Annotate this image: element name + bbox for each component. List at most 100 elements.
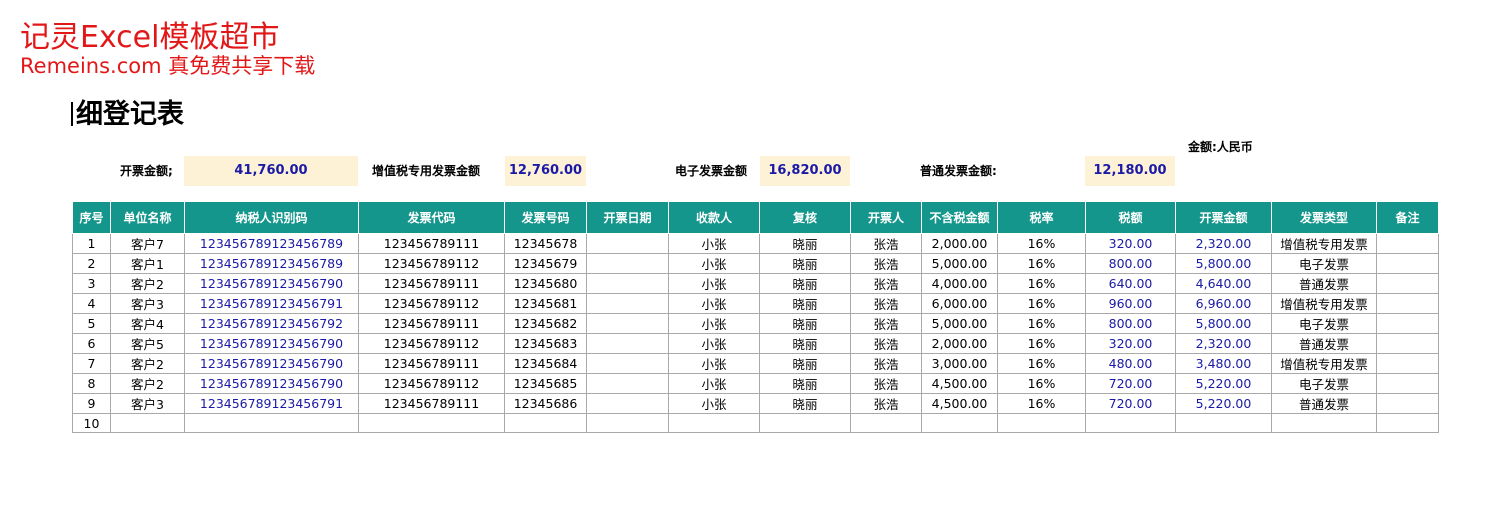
- col-header-tax-amount[interactable]: 税额: [1085, 201, 1176, 234]
- cell-company[interactable]: 客户2: [110, 273, 185, 294]
- cell-issuer[interactable]: 张浩: [850, 393, 922, 414]
- cell-remarks[interactable]: [1376, 233, 1439, 254]
- cell-index[interactable]: 1: [72, 233, 111, 254]
- cell-tax-amount[interactable]: 720.00: [1085, 373, 1176, 394]
- cell-issuer[interactable]: 张浩: [850, 293, 922, 314]
- cell-invoice-number[interactable]: 12345683: [504, 333, 587, 354]
- cell-invoice-amount[interactable]: 4,640.00: [1175, 273, 1272, 294]
- cell-tax-amount[interactable]: [1085, 412, 1176, 434]
- cell-tax-rate[interactable]: 16%: [997, 313, 1086, 334]
- cell-tax-amount[interactable]: 480.00: [1085, 353, 1176, 374]
- cell-payee[interactable]: 小张: [668, 293, 760, 314]
- cell-issue-date[interactable]: [586, 233, 669, 254]
- cell-invoice-code[interactable]: 123456789111: [358, 313, 505, 334]
- cell-company[interactable]: [110, 412, 185, 434]
- col-header-invoice-type[interactable]: 发票类型: [1271, 201, 1377, 234]
- cell-invoice-amount[interactable]: 2,320.00: [1175, 233, 1272, 254]
- cell-tax-rate[interactable]: 16%: [997, 273, 1086, 294]
- cell-tax-id[interactable]: 123456789123456790: [184, 353, 359, 374]
- cell-issuer[interactable]: 张浩: [850, 373, 922, 394]
- cell-issue-date[interactable]: [586, 393, 669, 414]
- cell-invoice-code[interactable]: 123456789111: [358, 273, 505, 294]
- cell-tax-id[interactable]: [184, 412, 359, 434]
- cell-tax-id[interactable]: 123456789123456789: [184, 253, 359, 274]
- cell-issue-date[interactable]: [586, 293, 669, 314]
- col-header-issue-date[interactable]: 开票日期: [586, 201, 669, 234]
- cell-amount-excl-tax[interactable]: 4,500.00: [921, 373, 998, 394]
- cell-tax-id[interactable]: 123456789123456790: [184, 273, 359, 294]
- cell-invoice-amount[interactable]: 5,800.00: [1175, 313, 1272, 334]
- cell-invoice-number[interactable]: [504, 412, 587, 434]
- col-header-amount-excl-tax[interactable]: 不含税金额: [921, 201, 998, 234]
- cell-reviewer[interactable]: 晓丽: [759, 273, 851, 294]
- cell-remarks[interactable]: [1376, 373, 1439, 394]
- cell-payee[interactable]: [668, 412, 760, 434]
- cell-tax-rate[interactable]: [997, 412, 1086, 434]
- cell-invoice-number[interactable]: 12345685: [504, 373, 587, 394]
- cell-invoice-type[interactable]: 电子发票: [1271, 373, 1377, 394]
- cell-tax-amount[interactable]: 320.00: [1085, 333, 1176, 354]
- cell-amount-excl-tax[interactable]: [921, 412, 998, 434]
- cell-invoice-code[interactable]: 123456789112: [358, 373, 505, 394]
- cell-amount-excl-tax[interactable]: 2,000.00: [921, 333, 998, 354]
- cell-issuer[interactable]: 张浩: [850, 353, 922, 374]
- cell-reviewer[interactable]: 晓丽: [759, 253, 851, 274]
- cell-tax-rate[interactable]: 16%: [997, 293, 1086, 314]
- cell-invoice-number[interactable]: 12345680: [504, 273, 587, 294]
- cell-company[interactable]: 客户4: [110, 313, 185, 334]
- col-header-payee[interactable]: 收款人: [668, 201, 760, 234]
- cell-tax-amount[interactable]: 640.00: [1085, 273, 1176, 294]
- col-header-tax-rate[interactable]: 税率: [997, 201, 1086, 234]
- summary-vat-value[interactable]: 12,760.00: [505, 156, 586, 186]
- cell-tax-rate[interactable]: 16%: [997, 353, 1086, 374]
- col-header-index[interactable]: 序号: [72, 201, 111, 234]
- cell-invoice-type[interactable]: 电子发票: [1271, 313, 1377, 334]
- cell-company[interactable]: 客户7: [110, 233, 185, 254]
- cell-company[interactable]: 客户5: [110, 333, 185, 354]
- cell-amount-excl-tax[interactable]: 2,000.00: [921, 233, 998, 254]
- cell-invoice-amount[interactable]: 5,220.00: [1175, 373, 1272, 394]
- cell-invoice-amount[interactable]: 5,800.00: [1175, 253, 1272, 274]
- cell-invoice-amount[interactable]: 3,480.00: [1175, 353, 1272, 374]
- cell-remarks[interactable]: [1376, 293, 1439, 314]
- cell-invoice-number[interactable]: 12345681: [504, 293, 587, 314]
- cell-reviewer[interactable]: 晓丽: [759, 353, 851, 374]
- cell-remarks[interactable]: [1376, 333, 1439, 354]
- cell-tax-id[interactable]: 123456789123456792: [184, 313, 359, 334]
- cell-amount-excl-tax[interactable]: 4,000.00: [921, 273, 998, 294]
- col-header-company[interactable]: 单位名称: [110, 201, 185, 234]
- col-header-invoice-code[interactable]: 发票代码: [358, 201, 505, 234]
- cell-index[interactable]: 10: [72, 412, 111, 434]
- cell-payee[interactable]: 小张: [668, 353, 760, 374]
- cell-invoice-code[interactable]: 123456789112: [358, 333, 505, 354]
- cell-tax-rate[interactable]: 16%: [997, 233, 1086, 254]
- cell-issue-date[interactable]: [586, 373, 669, 394]
- cell-tax-amount[interactable]: 800.00: [1085, 313, 1176, 334]
- cell-issue-date[interactable]: [586, 253, 669, 274]
- col-header-invoice-amount[interactable]: 开票金额: [1175, 201, 1272, 234]
- cell-invoice-code[interactable]: 123456789112: [358, 253, 505, 274]
- cell-invoice-number[interactable]: 12345686: [504, 393, 587, 414]
- col-header-issuer[interactable]: 开票人: [850, 201, 922, 234]
- cell-reviewer[interactable]: 晓丽: [759, 393, 851, 414]
- cell-remarks[interactable]: [1376, 353, 1439, 374]
- cell-issue-date[interactable]: [586, 273, 669, 294]
- cell-amount-excl-tax[interactable]: 6,000.00: [921, 293, 998, 314]
- cell-invoice-amount[interactable]: 6,960.00: [1175, 293, 1272, 314]
- cell-index[interactable]: 7: [72, 353, 111, 374]
- cell-issue-date[interactable]: [586, 313, 669, 334]
- cell-company[interactable]: 客户3: [110, 393, 185, 414]
- cell-tax-id[interactable]: 123456789123456791: [184, 293, 359, 314]
- cell-invoice-code[interactable]: 123456789112: [358, 293, 505, 314]
- cell-invoice-type[interactable]: 增值税专用发票: [1271, 233, 1377, 254]
- cell-amount-excl-tax[interactable]: 3,000.00: [921, 353, 998, 374]
- cell-invoice-type[interactable]: 电子发票: [1271, 253, 1377, 274]
- cell-invoice-code[interactable]: [358, 412, 505, 434]
- cell-payee[interactable]: 小张: [668, 313, 760, 334]
- col-header-reviewer[interactable]: 复核: [759, 201, 851, 234]
- cell-reviewer[interactable]: 晓丽: [759, 313, 851, 334]
- cell-company[interactable]: 客户1: [110, 253, 185, 274]
- cell-tax-rate[interactable]: 16%: [997, 333, 1086, 354]
- cell-invoice-type[interactable]: [1271, 412, 1377, 434]
- cell-reviewer[interactable]: 晓丽: [759, 373, 851, 394]
